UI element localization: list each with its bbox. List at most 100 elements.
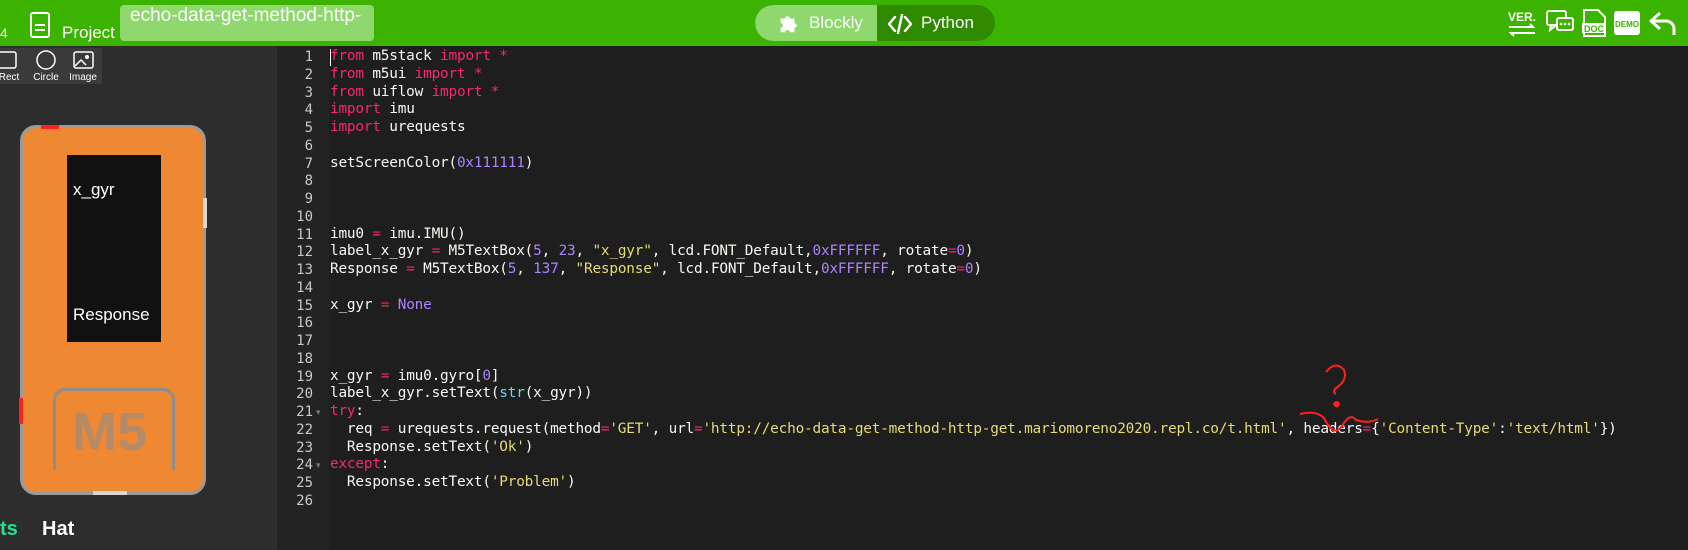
code-token: ) — [567, 474, 576, 490]
shape-toolbar: Rect Circle Image — [0, 48, 102, 84]
code-line[interactable]: from m5stack import * — [330, 48, 508, 64]
line-number-gutter: 1 2 3 4 5 6 7 8 9 10 11 12 13 14 15 16 17 18 19 20 21 ▾ 22 23 24… — [277, 46, 329, 550]
line-number: 1 — [304, 49, 313, 65]
fold-toggle-icon[interactable]: ▾ — [316, 407, 321, 418]
code-token: 0x111111 — [456, 154, 525, 171]
mode-toggle: Blockly Python — [755, 5, 995, 41]
line-number: 25 — [296, 475, 313, 491]
code-token: 'Ok' — [490, 438, 525, 455]
code-line[interactable]: req = urequests.request(method='GET', ur… — [330, 421, 1617, 437]
line-number: 10 — [296, 208, 313, 225]
code-token: import — [330, 101, 381, 118]
m5-logo-text: M5 — [72, 402, 148, 462]
line-number: 19 — [296, 368, 313, 385]
code-line[interactable]: x_gyr = None — [330, 297, 432, 313]
project-icon[interactable] — [30, 12, 50, 38]
code-token: import — [440, 48, 491, 64]
rect-tool-label: Rect — [0, 72, 20, 83]
version-icon[interactable]: VER. — [1506, 8, 1538, 38]
code-token: imu — [380, 101, 415, 118]
tab-units[interactable]: ts — [0, 518, 18, 541]
line-number: 11 — [296, 226, 313, 243]
code-line[interactable]: try: — [330, 403, 364, 419]
tab-hat[interactable]: Hat — [42, 518, 74, 541]
code-token: from — [330, 48, 364, 64]
m5-logo: M5 — [53, 388, 175, 470]
code-line[interactable]: setScreenColor(0x111111) — [330, 155, 533, 171]
code-line[interactable]: label_x_gyr = M5TextBox(5, 23, "x_gyr", … — [330, 243, 974, 260]
code-token: import — [431, 83, 483, 100]
line-number: 9 — [304, 191, 313, 207]
line-number: 14 — [296, 279, 313, 296]
project-button[interactable]: Project — [62, 23, 115, 43]
code-line[interactable]: x_gyr = imu0.gyro[0] — [330, 367, 500, 384]
code-token: None — [389, 296, 432, 313]
code-token: 5 — [533, 243, 542, 260]
blockly-tab[interactable]: Blockly — [755, 5, 877, 41]
code-token: imu0.gyro[ — [389, 367, 483, 384]
code-token: , rotate — [880, 243, 948, 260]
code-token: = — [956, 261, 965, 277]
code-token: = — [431, 243, 441, 260]
code-token: ) — [964, 243, 974, 260]
text-cursor — [330, 49, 331, 66]
code-line[interactable]: from m5ui import * — [330, 65, 483, 82]
line-number: 21 — [296, 404, 313, 420]
line-number: 12 — [296, 244, 313, 261]
code-token: * — [490, 48, 508, 64]
circle-tool[interactable]: Circle — [30, 48, 64, 84]
doc-text: DOC — [1584, 24, 1605, 34]
device-screen[interactable]: x_gyr Response — [67, 155, 161, 342]
code-line[interactable]: except: — [330, 456, 389, 472]
puzzle-icon — [780, 16, 797, 33]
code-token: 23 — [558, 243, 576, 260]
code-token: , — [541, 243, 559, 260]
doc-icon[interactable]: DOC — [1580, 8, 1608, 38]
code-line[interactable]: import urequests — [330, 119, 466, 135]
ver-text: VER. — [1508, 10, 1536, 24]
blockly-tab-label: Blockly — [809, 13, 863, 32]
code-line[interactable]: Response.setText('Ok') — [330, 439, 533, 455]
code-token: , — [516, 261, 534, 277]
fold-toggle-icon[interactable]: ▾ — [316, 460, 321, 471]
question-mark-doodle — [1299, 364, 1379, 432]
code-token: : — [380, 456, 390, 473]
line-number: 13 — [296, 262, 313, 278]
code-line[interactable]: import imu — [330, 101, 415, 117]
m5stick-device-preview: x_gyr Response M5 — [19, 125, 207, 495]
screen-label-x-gyr[interactable]: x_gyr — [73, 180, 115, 200]
code-token: = — [372, 225, 381, 242]
line-number: 22 — [296, 421, 313, 438]
power-button — [41, 125, 59, 129]
code-line[interactable]: label_x_gyr.setText(str(x_gyr)) — [330, 385, 593, 401]
line-number: 18 — [296, 350, 313, 367]
image-tool[interactable]: Image — [68, 48, 102, 84]
demo-icon[interactable]: DEMO — [1612, 8, 1642, 38]
code-token: 0xFFFFFF — [812, 243, 881, 260]
file-name-input[interactable]: echo-data-get-method-http- — [120, 5, 374, 41]
code-token: except — [330, 456, 381, 473]
image-icon — [73, 51, 94, 69]
python-tab-label: Python — [921, 13, 974, 32]
code-token: Response.setText( — [330, 474, 491, 490]
undo-icon[interactable] — [1648, 8, 1678, 38]
code-editor[interactable]: 1 2 3 4 5 6 7 8 9 10 11 12 13 14 15 16 17 18 19 20 21 ▾ 22 23 24… — [277, 46, 1688, 550]
device-sidebar: Rect Circle Image x_gyr Response M5 ts H… — [0, 46, 277, 550]
rect-icon — [0, 51, 17, 69]
code-token: urequests.request(method — [389, 420, 601, 437]
code-token: import — [414, 65, 466, 82]
code-token: : — [355, 403, 364, 419]
code-line[interactable]: from uiflow import * — [330, 83, 500, 100]
code-token: imu0 — [330, 225, 373, 242]
code-line[interactable]: Response = M5TextBox(5, 137, "Response",… — [330, 261, 982, 277]
side-button — [19, 398, 23, 424]
chat-icon[interactable] — [1545, 8, 1575, 38]
screen-label-response[interactable]: Response — [73, 305, 150, 325]
code-line[interactable]: Response.setText('Problem') — [330, 474, 576, 490]
line-number: 20 — [296, 386, 313, 403]
python-tab[interactable]: Python — [877, 5, 995, 41]
code-line[interactable]: imu0 = imu.IMU() — [330, 225, 466, 242]
code-token: , rotate — [888, 261, 957, 277]
code-token: = — [380, 296, 390, 313]
code-token: x_gyr — [330, 296, 381, 313]
